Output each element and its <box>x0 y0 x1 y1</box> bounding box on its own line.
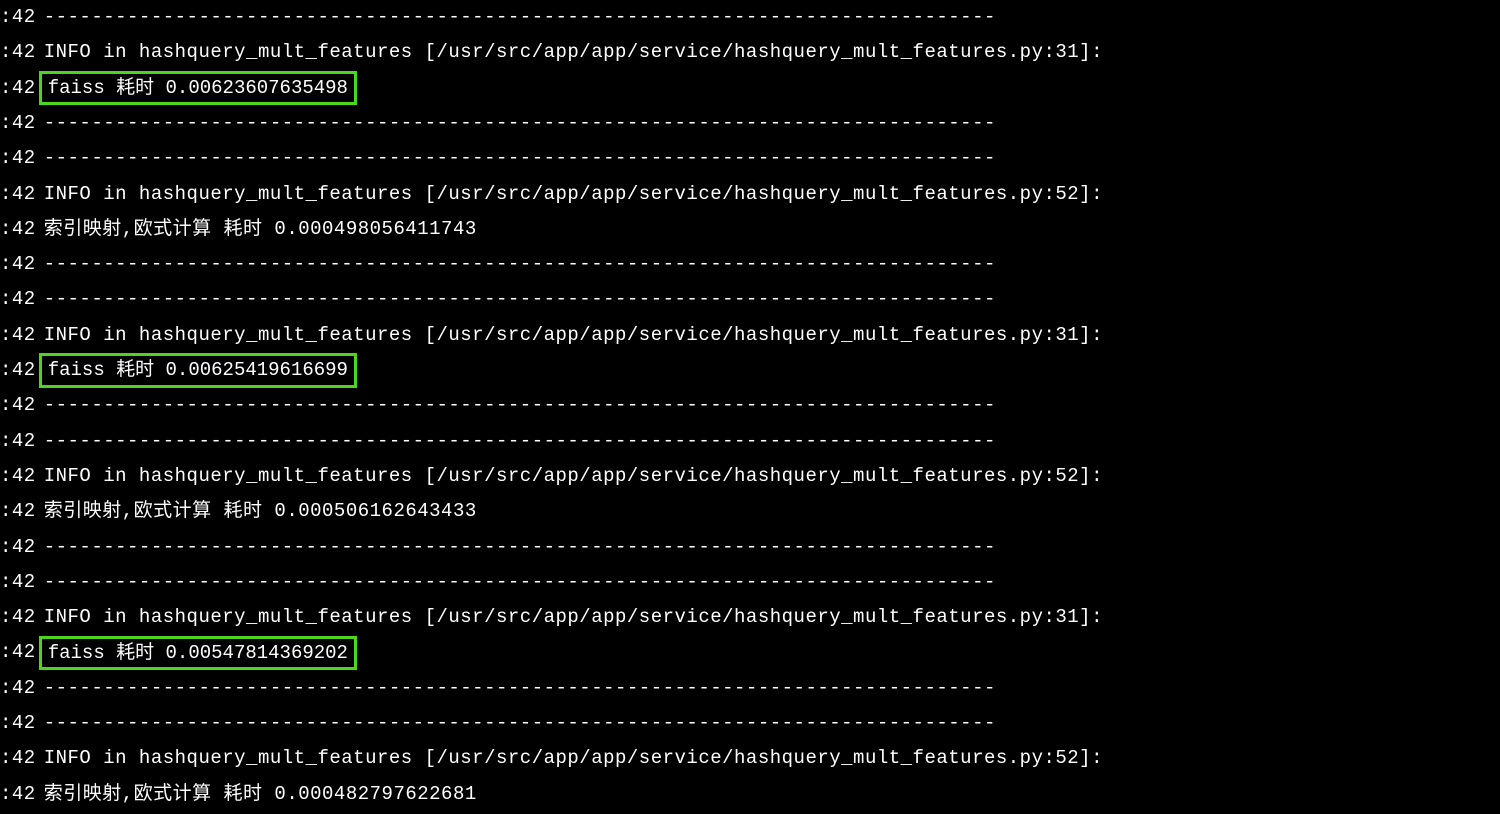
log-line: :42 INFO in hashquery_mult_features [/us… <box>0 176 1500 211</box>
timestamp: :42 <box>0 565 36 600</box>
log-line: :42 ------------------------------------… <box>0 529 1500 564</box>
faiss-timing-highlight: faiss 耗时 0.00625419616699 <box>39 353 357 388</box>
log-line: :42 ------------------------------------… <box>0 141 1500 176</box>
timestamp: :42 <box>0 388 36 423</box>
timestamp: :42 <box>0 424 36 459</box>
timestamp: :42 <box>0 71 36 106</box>
timestamp: :42 <box>0 777 36 812</box>
divider: ----------------------------------------… <box>36 706 996 741</box>
timestamp: :42 <box>0 494 36 529</box>
divider: ----------------------------------------… <box>36 424 996 459</box>
log-line: :42 索引映射,欧式计算 耗时 0.000482797622681 <box>0 777 1500 812</box>
log-line: :42 ------------------------------------… <box>0 565 1500 600</box>
timestamp: :42 <box>0 212 36 247</box>
timestamp: :42 <box>0 600 36 635</box>
timestamp: :42 <box>0 282 36 317</box>
log-line: :42 ------------------------------------… <box>0 247 1500 282</box>
divider: ----------------------------------------… <box>36 282 996 317</box>
divider: ----------------------------------------… <box>36 247 996 282</box>
timestamp: :42 <box>0 0 36 35</box>
timestamp: :42 <box>0 106 36 141</box>
timestamp: :42 <box>0 141 36 176</box>
info-message: INFO in hashquery_mult_features [/usr/sr… <box>36 459 1103 494</box>
info-message: INFO in hashquery_mult_features [/usr/sr… <box>36 741 1103 776</box>
faiss-timing-highlight: faiss 耗时 0.00547814369202 <box>39 636 357 671</box>
info-message: INFO in hashquery_mult_features [/usr/sr… <box>36 318 1103 353</box>
log-line: :42 ------------------------------------… <box>0 0 1500 35</box>
timestamp: :42 <box>0 247 36 282</box>
log-line: :42 ------------------------------------… <box>0 106 1500 141</box>
info-message: INFO in hashquery_mult_features [/usr/sr… <box>36 600 1103 635</box>
timestamp: :42 <box>0 530 36 565</box>
log-line: :42 ------------------------------------… <box>0 388 1500 423</box>
log-line: :42 索引映射,欧式计算 耗时 0.000506162643433 <box>0 494 1500 529</box>
timestamp: :42 <box>0 706 36 741</box>
timestamp: :42 <box>0 671 36 706</box>
index-timing: 索引映射,欧式计算 耗时 0.000498056411743 <box>36 212 477 247</box>
timestamp: :42 <box>0 353 36 388</box>
timestamp: :42 <box>0 459 36 494</box>
log-line: :42 INFO in hashquery_mult_features [/us… <box>0 459 1500 494</box>
index-timing: 索引映射,欧式计算 耗时 0.000506162643433 <box>36 494 477 529</box>
log-line: :42 INFO in hashquery_mult_features [/us… <box>0 741 1500 776</box>
divider: ----------------------------------------… <box>36 106 996 141</box>
log-line: :42 ------------------------------------… <box>0 282 1500 317</box>
log-line: :42 INFO in hashquery_mult_features [/us… <box>0 318 1500 353</box>
log-line: :42 faiss 耗时 0.00625419616699 <box>0 353 1500 388</box>
divider: ----------------------------------------… <box>36 565 996 600</box>
divider: ----------------------------------------… <box>36 388 996 423</box>
timestamp: :42 <box>0 35 36 70</box>
log-line: :42 INFO in hashquery_mult_features [/us… <box>0 600 1500 635</box>
log-line: :42 ------------------------------------… <box>0 424 1500 459</box>
divider: ----------------------------------------… <box>36 530 996 565</box>
log-line: :42 索引映射,欧式计算 耗时 0.000498056411743 <box>0 212 1500 247</box>
index-timing: 索引映射,欧式计算 耗时 0.000482797622681 <box>36 777 477 812</box>
timestamp: :42 <box>0 741 36 776</box>
divider: ----------------------------------------… <box>36 141 996 176</box>
timestamp: :42 <box>0 635 36 670</box>
divider: ----------------------------------------… <box>36 0 996 35</box>
divider: ----------------------------------------… <box>36 671 996 706</box>
terminal-output[interactable]: :42 ------------------------------------… <box>0 0 1500 812</box>
timestamp: :42 <box>0 177 36 212</box>
info-message: INFO in hashquery_mult_features [/usr/sr… <box>36 177 1103 212</box>
log-line: :42 ------------------------------------… <box>0 706 1500 741</box>
timestamp: :42 <box>0 318 36 353</box>
log-line: :42 faiss 耗时 0.00623607635498 <box>0 71 1500 106</box>
log-line: :42 faiss 耗时 0.00547814369202 <box>0 635 1500 670</box>
faiss-timing-highlight: faiss 耗时 0.00623607635498 <box>39 71 357 106</box>
log-line: :42 ------------------------------------… <box>0 671 1500 706</box>
log-line: :42 INFO in hashquery_mult_features [/us… <box>0 35 1500 70</box>
info-message: INFO in hashquery_mult_features [/usr/sr… <box>36 35 1103 70</box>
